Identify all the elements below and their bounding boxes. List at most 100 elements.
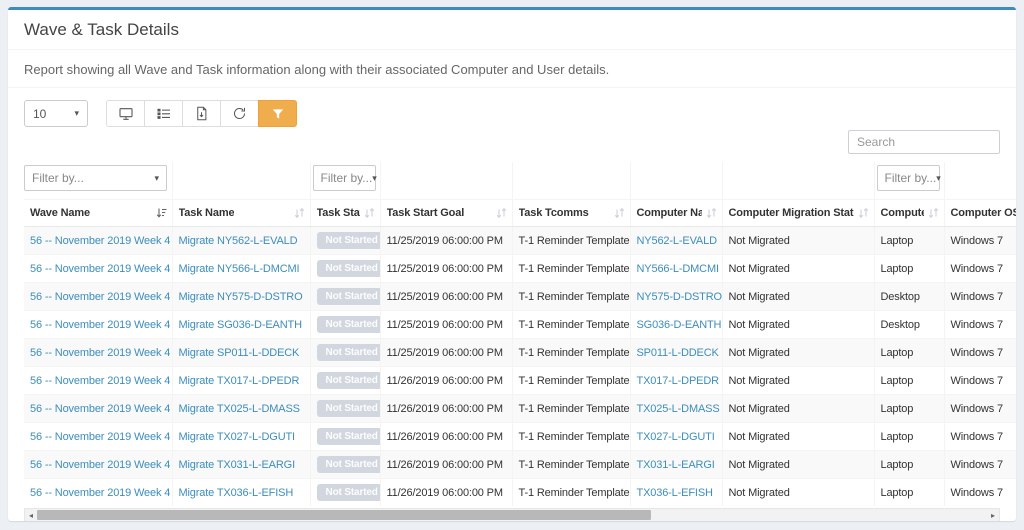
task-name-link[interactable]: Migrate TX031-L-EARGI [179, 459, 296, 471]
column-header-computer-os[interactable]: Computer OS [943, 199, 1016, 227]
page-size-select[interactable]: 10 ▾ [24, 100, 88, 127]
task-status-badge: Not Started [316, 288, 380, 305]
computer-name-link[interactable]: TX027-L-DGUTI [637, 431, 715, 443]
column-header-computer-migration-status[interactable]: Computer Migration Status [721, 199, 874, 227]
column-header-task-tcomms[interactable]: Task Tcomms [511, 199, 630, 227]
computer-os-cell: Windows 7 [950, 346, 1004, 359]
computer-name-link[interactable]: TX031-L-EARGI [637, 459, 715, 471]
wave-name-link[interactable]: 56 -- November 2019 Week 4 [30, 487, 170, 499]
task-name-link[interactable]: Migrate NY562-L-EVALD [179, 235, 298, 247]
column-header-computer-name[interactable]: Computer Name [629, 199, 722, 227]
computer-name-link[interactable]: TX036-L-EFISH [637, 487, 713, 499]
task-tcomms-cell: T-1 Reminder Template [518, 458, 630, 471]
task-name-link[interactable]: Migrate SG036-D-EANTH [179, 319, 303, 331]
computer-os-cell: Windows 7 [950, 374, 1004, 387]
sort-toggle-icon[interactable] [495, 207, 508, 219]
computer-migration-status-cell: Not Migrated [728, 318, 790, 331]
column-header-task-start-goal[interactable]: Task Start Goal [379, 199, 512, 227]
computer-name-link[interactable]: TX017-L-DPEDR [637, 375, 720, 387]
filter-button[interactable] [258, 100, 297, 127]
scrollbar-thumb[interactable] [37, 510, 651, 520]
sort-toggle-icon[interactable] [927, 207, 940, 219]
task-status-filter[interactable]: Filter by... ▾ [312, 165, 377, 191]
wave-name-link[interactable]: 56 -- November 2019 Week 4 [30, 375, 170, 387]
list-button[interactable] [144, 100, 183, 127]
sort-toggle-icon[interactable] [363, 207, 376, 219]
sort-toggle-icon[interactable] [293, 207, 306, 219]
wave-name-link[interactable]: 56 -- November 2019 Week 4 [30, 263, 170, 275]
wave-name-link[interactable]: 56 -- November 2019 Week 4 [30, 235, 170, 247]
horizontal-scrollbar[interactable]: ◂ ▸ [24, 508, 1000, 521]
task-tcomms-cell: T-1 Reminder Template [518, 374, 630, 387]
computer-os-cell: Windows 7 [950, 234, 1004, 247]
task-start-goal-cell: 11/26/2019 06:00:00 PM [386, 374, 504, 387]
table-row: 56 -- November 2019 Week 4 Migrate TX017-… [24, 366, 1016, 395]
table-row: 56 -- November 2019 Week 4 Migrate TX025-… [24, 394, 1016, 423]
search-input[interactable] [848, 130, 1000, 154]
task-name-link[interactable]: Migrate NY566-L-DMCMI [179, 263, 300, 275]
task-start-goal-cell: 11/25/2019 06:00:00 PM [386, 234, 504, 247]
scroll-left-arrow-icon[interactable]: ◂ [25, 509, 37, 521]
computer-name-link[interactable]: NY575-D-DSTRO [637, 291, 723, 303]
task-start-goal-cell: 11/25/2019 06:00:00 PM [386, 318, 504, 331]
computer-migration-status-cell: Not Migrated [728, 430, 790, 443]
display-icon [118, 107, 133, 120]
list-icon [156, 108, 170, 119]
computer-type-filter[interactable]: Filter by... ▾ [876, 165, 941, 191]
refresh-button[interactable] [220, 100, 259, 127]
task-name-link[interactable]: Migrate TX036-L-EFISH [179, 487, 294, 499]
column-header-task-name[interactable]: Task Name [171, 199, 310, 227]
table-row: 56 -- November 2019 Week 4 Migrate NY562-… [24, 226, 1016, 255]
column-header-task-status[interactable]: Task Status [309, 199, 380, 227]
card-header: Wave & Task Details [8, 10, 1016, 50]
computer-os-cell: Windows 7 [950, 262, 1004, 275]
computer-migration-status-cell: Not Migrated [728, 290, 790, 303]
sort-desc-icon[interactable] [155, 207, 168, 219]
task-start-goal-cell: 11/26/2019 06:00:00 PM [386, 458, 504, 471]
task-name-link[interactable]: Migrate TX027-L-DGUTI [179, 431, 296, 443]
export-button[interactable] [182, 100, 221, 127]
task-tcomms-cell: T-1 Reminder Template [518, 430, 630, 443]
filter-placeholder: Filter by... [32, 171, 84, 185]
computer-name-link[interactable]: TX025-L-DMASS [637, 403, 720, 415]
task-start-goal-cell: 11/25/2019 06:00:00 PM [386, 346, 504, 359]
task-name-link[interactable]: Migrate SP011-L-DDECK [179, 347, 300, 359]
scroll-right-arrow-icon[interactable]: ▸ [987, 509, 999, 521]
task-name-link[interactable]: Migrate TX025-L-DMASS [179, 403, 301, 415]
computer-migration-status-cell: Not Migrated [728, 346, 790, 359]
wave-name-link[interactable]: 56 -- November 2019 Week 4 [30, 347, 170, 359]
sort-toggle-icon[interactable] [705, 207, 718, 219]
chevron-down-icon: ▾ [372, 172, 377, 183]
sort-toggle-icon[interactable] [857, 207, 870, 219]
computer-type-cell: Laptop [880, 430, 914, 443]
column-header-wave-name[interactable]: Wave Name [24, 199, 172, 227]
wave-name-link[interactable]: 56 -- November 2019 Week 4 [30, 431, 170, 443]
column-header-computer-type[interactable]: Computer Type [873, 199, 944, 227]
computer-name-link[interactable]: NY566-L-DMCMI [637, 263, 720, 275]
display-button[interactable] [106, 100, 145, 127]
table-row: 56 -- November 2019 Week 4 Migrate NY575-… [24, 282, 1016, 311]
column-label: Task Start Goal [386, 207, 465, 219]
page-size-value: 10 [33, 106, 47, 121]
sort-toggle-icon[interactable] [613, 207, 626, 219]
wave-name-filter[interactable]: Filter by... ▾ [24, 165, 167, 191]
computer-type-cell: Laptop [880, 458, 914, 471]
task-status-badge: Not Started [316, 456, 380, 473]
computer-migration-status-cell: Not Migrated [728, 402, 790, 415]
computer-migration-status-cell: Not Migrated [728, 486, 790, 499]
task-name-link[interactable]: Migrate NY575-D-DSTRO [179, 291, 303, 303]
table-container: Filter by... ▾ Filter by... ▾ Filter by...… [24, 162, 1016, 506]
task-name-link[interactable]: Migrate TX017-L-DPEDR [179, 375, 300, 387]
computer-name-link[interactable]: SP011-L-DDECK [637, 347, 719, 359]
task-tcomms-cell: T-1 Reminder Template [518, 234, 630, 247]
wave-name-link[interactable]: 56 -- November 2019 Week 4 [30, 319, 170, 331]
column-label: Task Status [316, 207, 360, 219]
wave-name-link[interactable]: 56 -- November 2019 Week 4 [30, 291, 170, 303]
chevron-down-icon: ▾ [936, 172, 941, 183]
task-tcomms-cell: T-1 Reminder Template [518, 318, 630, 331]
computer-name-link[interactable]: NY562-L-EVALD [637, 235, 718, 247]
wave-name-link[interactable]: 56 -- November 2019 Week 4 [30, 459, 170, 471]
computer-name-link[interactable]: SG036-D-EANTH [637, 319, 722, 331]
wave-name-link[interactable]: 56 -- November 2019 Week 4 [30, 403, 170, 415]
divider [8, 87, 1016, 88]
